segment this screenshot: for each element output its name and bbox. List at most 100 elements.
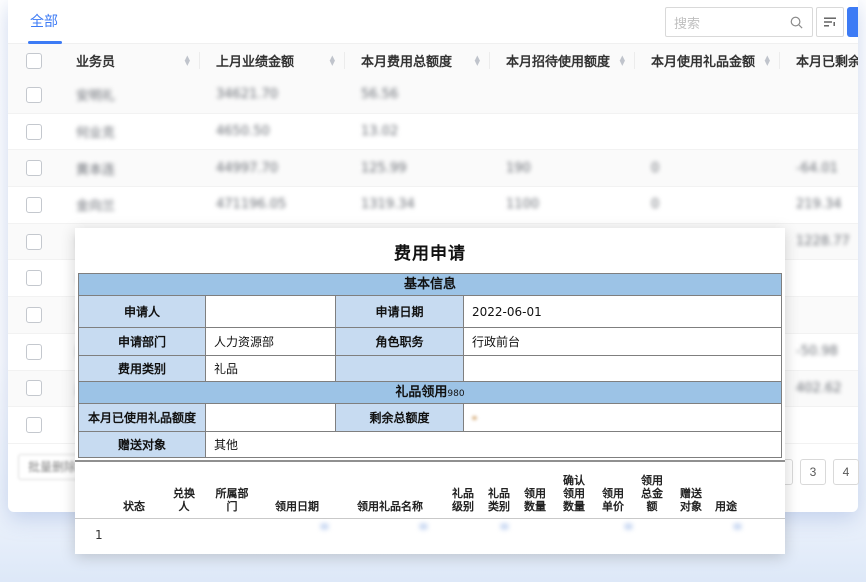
gift-column-header: 领用数量	[517, 487, 553, 513]
gift-table-header: 状态兑换人所属部门领用日期领用礼品名称礼品级别礼品类别领用数量确认领用数量领用单…	[75, 462, 785, 519]
field-label: 剩余总额度	[336, 404, 464, 432]
gift-column-header: 礼品级别	[445, 487, 481, 513]
field-value[interactable]: 其他	[206, 432, 782, 458]
field-value[interactable]: 行政前台	[464, 328, 782, 356]
row-checkbox[interactable]	[26, 417, 42, 433]
column-header-label: 本月费用总额度	[361, 51, 452, 70]
table-cell: 219.34	[780, 197, 858, 212]
field-label: 申请日期	[336, 296, 464, 328]
filter-button[interactable]	[816, 7, 844, 37]
header-select-all-cell	[8, 53, 60, 69]
table-cell: 金向兰	[60, 195, 200, 214]
row-checkbox[interactable]	[26, 87, 42, 103]
field-value[interactable]	[464, 356, 782, 382]
table-cell: 471196.05	[200, 197, 345, 212]
field-label: 申请部门	[79, 328, 206, 356]
section-band: 礼品领用980	[79, 382, 782, 404]
column-header-label: 本月已剩余	[796, 51, 858, 70]
table-row: 何业克4650.5013.02	[8, 114, 858, 151]
primary-action-button-clipped[interactable]	[847, 7, 858, 37]
column-header-label: 业务员	[76, 51, 115, 70]
blurred-mark	[472, 416, 477, 420]
gift-column-header: 赠送对象	[673, 487, 709, 513]
row-checkbox-cell	[8, 234, 60, 250]
column-header-label: 上月业绩金额	[216, 51, 294, 70]
row-checkbox[interactable]	[26, 344, 42, 360]
column-header-1[interactable]: 业务员 ▲▼	[60, 44, 200, 77]
table-header-row: 业务员▲▼上月业绩金额▲▼本月费用总额度▲▼本月招待使用额度▲▼本月使用礼品金额…	[8, 44, 858, 77]
section-band: 基本信息	[79, 274, 782, 296]
field-label: 本月已使用礼品额度	[79, 404, 206, 432]
filter-icon	[823, 15, 837, 29]
table-row: 安明礼34621.7056.56	[8, 77, 858, 114]
modal-title: 费用申请	[75, 228, 785, 273]
gift-column-header: 领用总金额	[631, 474, 673, 513]
row-checkbox[interactable]	[26, 197, 42, 213]
table-cell: 34621.70	[200, 87, 345, 102]
sort-icon[interactable]: ▲▼	[330, 56, 335, 66]
table-cell: 13.02	[345, 124, 490, 139]
table-cell: 190	[490, 161, 635, 176]
table-row: 金向兰471196.051319.3411000219.34	[8, 187, 858, 224]
sort-icon[interactable]: ▲▼	[185, 56, 190, 66]
row-checkbox-cell	[8, 270, 60, 286]
sort-icon[interactable]: ▲▼	[620, 56, 625, 66]
field-label: 费用类别	[79, 356, 206, 382]
form-row: 费用类别礼品	[79, 356, 782, 382]
table-cell: 安明礼	[60, 85, 200, 104]
field-value[interactable]	[464, 404, 782, 432]
row-checkbox[interactable]	[26, 234, 42, 250]
gift-column-header: 用途	[709, 500, 743, 513]
column-header-2[interactable]: 上月业绩金额 ▲▼	[200, 44, 345, 77]
column-header-5[interactable]: 本月使用礼品金额▲▼	[635, 44, 780, 77]
sort-icon[interactable]: ▲▼	[475, 56, 480, 66]
gift-column-header: 兑换人	[163, 487, 205, 513]
search-input[interactable]: 搜索	[665, 7, 813, 37]
form-row: 本月已使用礼品额度 剩余总额度	[79, 404, 782, 432]
field-value[interactable]: 人力资源部	[206, 328, 336, 356]
form-row: 赠送对象其他	[79, 432, 782, 458]
row-checkbox-cell	[8, 124, 60, 140]
table-cell: 1100	[490, 197, 635, 212]
row-checkbox[interactable]	[26, 160, 42, 176]
row-checkbox-cell	[8, 307, 60, 323]
row-checkbox-cell	[8, 87, 60, 103]
section-band-suffix: 980	[447, 389, 464, 399]
tab-all[interactable]: 全部	[30, 11, 58, 31]
table-cell: 0	[635, 197, 780, 212]
search-icon[interactable]	[789, 15, 804, 30]
blurred-mark	[733, 523, 742, 530]
row-checkbox-cell	[8, 417, 60, 433]
gift-column-header: 确认领用数量	[553, 474, 595, 513]
page-button-3[interactable]: 3	[800, 459, 826, 485]
row-checkbox[interactable]	[26, 270, 42, 286]
page-button-4[interactable]: 4	[833, 459, 859, 485]
field-label: 赠送对象	[79, 432, 206, 458]
field-value[interactable]: 2022-06-01	[464, 296, 782, 328]
table-row: 黄本连44997.70125.991900-64.01	[8, 150, 858, 187]
select-all-checkbox[interactable]	[26, 53, 42, 69]
row-checkbox[interactable]	[26, 380, 42, 396]
column-header-4[interactable]: 本月招待使用额度 ▲▼	[490, 44, 635, 77]
field-value[interactable]	[206, 296, 336, 328]
form-row: 申请部门人力资源部角色职务行政前台	[79, 328, 782, 356]
field-value[interactable]: 礼品	[206, 356, 336, 382]
form-row: 申请人 申请日期2022-06-01	[79, 296, 782, 328]
row-checkbox-cell	[8, 160, 60, 176]
table-cell: -64.01	[780, 161, 858, 176]
row-checkbox[interactable]	[26, 307, 42, 323]
table-cell: 4650.50	[200, 124, 345, 139]
gift-column-header: 领用礼品名称	[335, 500, 445, 513]
row-checkbox-cell	[8, 380, 60, 396]
table-cell: 0	[635, 161, 780, 176]
field-label: 申请人	[79, 296, 206, 328]
column-header-6[interactable]: 本月已剩余▲▼	[780, 44, 858, 77]
row-checkbox[interactable]	[26, 124, 42, 140]
tab-active-underline	[28, 41, 62, 44]
blurred-mark	[500, 523, 509, 530]
expense-application-modal: 费用申请 基本信息申请人 申请日期2022-06-01申请部门人力资源部角色职务行…	[75, 228, 785, 554]
field-value[interactable]	[206, 404, 336, 432]
sort-icon[interactable]: ▲▼	[765, 56, 770, 66]
column-header-label: 本月招待使用额度	[506, 51, 610, 70]
column-header-3[interactable]: 本月费用总额度 ▲▼	[345, 44, 490, 77]
